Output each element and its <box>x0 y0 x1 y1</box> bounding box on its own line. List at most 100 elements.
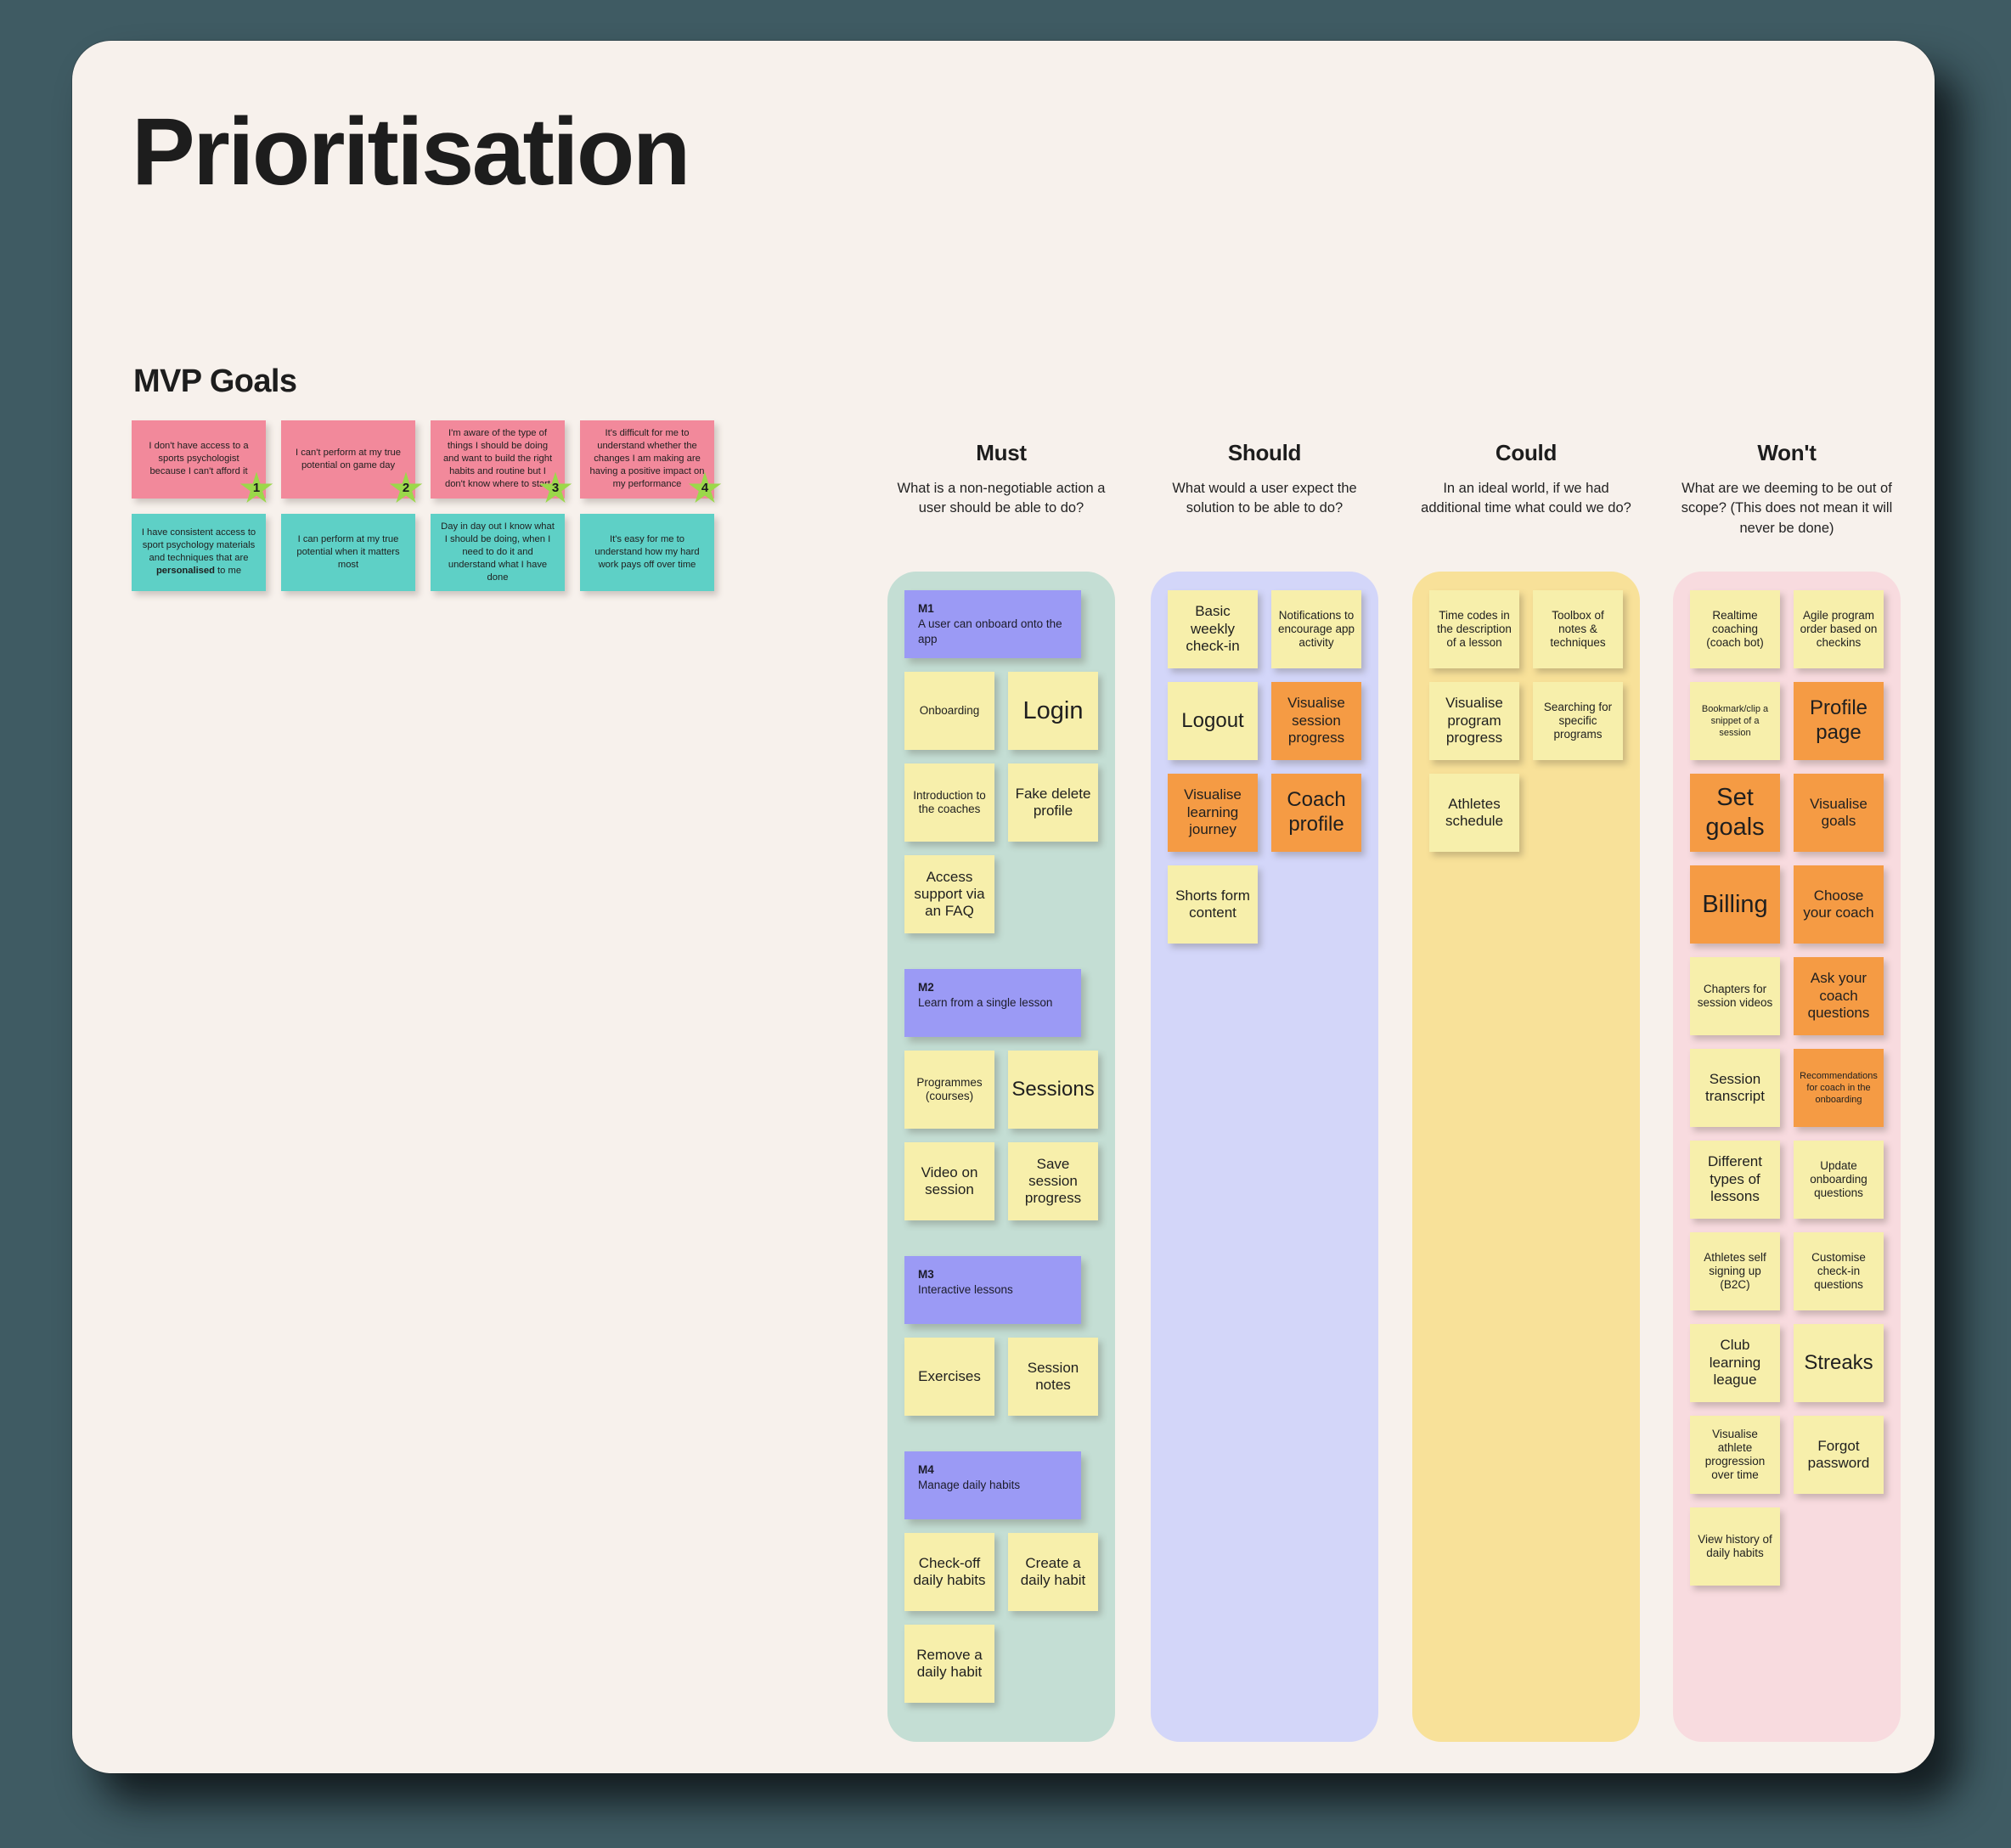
sticky-note[interactable]: Forgot password <box>1794 1416 1884 1494</box>
sticky-note[interactable]: Athletes schedule <box>1429 774 1519 852</box>
sticky-note[interactable]: Chapters for session videos <box>1690 957 1780 1035</box>
sticky-note[interactable]: Profile page <box>1794 682 1884 760</box>
sticky-note[interactable]: Athletes self signing up (B2C) <box>1690 1232 1780 1310</box>
sticky-note[interactable]: Realtime coaching (coach bot) <box>1690 590 1780 668</box>
mvp-gain-text: Day in day out I know what I should be d… <box>439 521 556 585</box>
sticky-row: Access support via an FAQ <box>904 855 1098 934</box>
sticky-row: Shorts form content <box>1168 865 1361 944</box>
sticky-note[interactable]: Programmes (courses) <box>904 1051 994 1130</box>
mvp-gain-card[interactable]: It's easy for me to understand how my ha… <box>580 513 714 592</box>
mvp-gain-card[interactable]: Day in day out I know what I should be d… <box>431 513 565 592</box>
moscow-column-should: Should What would a user expect the solut… <box>1151 440 1378 1742</box>
mvp-goals-grid: I don't have access to a sports psycholo… <box>132 420 722 606</box>
milestone-card-m4[interactable]: M4 Manage daily habits <box>904 1451 1081 1520</box>
sticky-note[interactable]: Create a daily habit <box>1008 1533 1098 1612</box>
sticky-row: Exercises Session notes <box>904 1338 1098 1417</box>
mvp-gain-card[interactable]: I have consistent access to sport psycho… <box>132 513 266 592</box>
mvp-pain-card[interactable]: I'm aware of the type of things I should… <box>431 420 572 503</box>
sticky-note[interactable]: Choose your coach <box>1794 865 1884 944</box>
sticky-row: Logout Visualise session progress <box>1168 682 1361 760</box>
sticky-row: Club learning league Streaks <box>1690 1324 1884 1402</box>
sticky-note[interactable]: Club learning league <box>1690 1324 1780 1402</box>
mvp-goals-heading: MVP Goals <box>133 363 297 399</box>
sticky-note[interactable]: Coach profile <box>1271 774 1361 852</box>
sticky-note[interactable]: Searching for specific programs <box>1533 682 1623 760</box>
column-panel-must: M1 A user can onboard onto the app Onboard… <box>887 572 1115 1742</box>
mvp-gain-text-emphasis: personalised <box>155 566 215 577</box>
milestone-id: M2 <box>918 981 934 994</box>
mvp-gain-row: I have consistent access to sport psycho… <box>132 513 718 592</box>
mvp-pain-card[interactable]: It's difficult for me to understand whet… <box>580 420 722 503</box>
sticky-note[interactable]: Access support via an FAQ <box>904 855 994 934</box>
sticky-row: Chapters for session videos Ask your coac… <box>1690 957 1884 1035</box>
milestone-id: M1 <box>918 602 934 615</box>
mvp-pain-card[interactable]: I can't perform at my true potential on … <box>281 420 423 503</box>
milestone-id: M4 <box>918 1463 934 1477</box>
sticky-note[interactable]: Streaks <box>1794 1324 1884 1402</box>
sticky-note[interactable]: Onboarding <box>904 672 994 751</box>
mvp-gain-text-pre: I have consistent access to sport psycho… <box>141 527 256 564</box>
sticky-note[interactable]: Visualise goals <box>1794 774 1884 852</box>
milestone-description: A user can onboard onto the app <box>918 617 1062 645</box>
milestone-card-m3[interactable]: M3 Interactive lessons <box>904 1256 1081 1325</box>
sticky-row: Video on session Save session progress <box>904 1142 1098 1221</box>
mvp-gain-text: I can perform at my true potential when … <box>290 533 407 572</box>
sticky-note[interactable]: Basic weekly check-in <box>1168 590 1258 668</box>
board-canvas: Prioritisation MVP Goals I don't have ac… <box>72 41 1935 1773</box>
sticky-note[interactable]: View history of daily habits <box>1690 1507 1780 1586</box>
mvp-gain-text-post: to me <box>214 566 242 577</box>
milestone-card-m2[interactable]: M2 Learn from a single lesson <box>904 969 1081 1038</box>
sticky-note[interactable]: Login <box>1008 672 1098 751</box>
sticky-note[interactable]: Toolbox of notes & techniques <box>1533 590 1623 668</box>
sticky-note[interactable]: Visualise athlete progression over time <box>1690 1416 1780 1494</box>
sticky-note[interactable]: Set goals <box>1690 774 1780 852</box>
column-panel-should: Basic weekly check-in Notifications to en… <box>1151 572 1378 1742</box>
sticky-row: Bookmark/clip a snippet of a session Prof… <box>1690 682 1884 760</box>
sticky-note[interactable]: Bookmark/clip a snippet of a session <box>1690 682 1780 760</box>
sticky-note[interactable]: Shorts form content <box>1168 865 1258 944</box>
sticky-note[interactable]: Exercises <box>904 1338 994 1417</box>
milestone-card-m1[interactable]: M1 A user can onboard onto the app <box>904 590 1081 659</box>
sticky-note[interactable]: Visualise session progress <box>1271 682 1361 760</box>
column-panel-could: Time codes in the description of a lesso… <box>1412 572 1640 1742</box>
mvp-pain-row: I don't have access to a sports psycholo… <box>132 420 722 503</box>
sticky-row: Time codes in the description of a lesso… <box>1429 590 1623 668</box>
sticky-note[interactable]: Agile program order based on checkins <box>1794 590 1884 668</box>
sticky-note[interactable]: Remove a daily habit <box>904 1625 994 1704</box>
sticky-row: Check-off daily habits Create a daily hab… <box>904 1533 1098 1612</box>
sticky-note[interactable]: Introduction to the coaches <box>904 763 994 842</box>
mvp-gain-text-pre: Day in day out I know what I should be d… <box>441 521 555 583</box>
sticky-note[interactable]: Visualise program progress <box>1429 682 1519 760</box>
mvp-gain-text: It's easy for me to understand how my ha… <box>589 533 706 572</box>
milestone-description: Learn from a single lesson <box>918 996 1053 1010</box>
sticky-note[interactable]: Billing <box>1690 865 1780 944</box>
sticky-row: Introduction to the coaches Fake delete p… <box>904 763 1098 842</box>
mvp-pain-text: I can't perform at my true potential on … <box>296 447 401 470</box>
sticky-note[interactable]: Different types of lessons <box>1690 1141 1780 1219</box>
sticky-note[interactable]: Sessions <box>1008 1051 1098 1130</box>
sticky-note[interactable]: Notifications to encourage app activity <box>1271 590 1361 668</box>
sticky-note[interactable]: Check-off daily habits <box>904 1533 994 1612</box>
sticky-note[interactable]: Session transcript <box>1690 1049 1780 1127</box>
sticky-note[interactable]: Recommendations for coach in the onboard… <box>1794 1049 1884 1127</box>
sticky-note[interactable]: Visualise learning journey <box>1168 774 1258 852</box>
sticky-note[interactable]: Logout <box>1168 682 1258 760</box>
column-subtitle-should: What would a user expect the solution to… <box>1172 481 1357 516</box>
mvp-gain-card[interactable]: I can perform at my true potential when … <box>281 513 415 592</box>
sticky-row: Visualise learning journey Coach profile <box>1168 774 1361 852</box>
moscow-column-wont: Won't What are we deeming to be out of sc… <box>1673 440 1901 1742</box>
sticky-row: Billing Choose your coach <box>1690 865 1884 944</box>
milestone-description: Interactive lessons <box>918 1283 1013 1297</box>
sticky-note[interactable]: Video on session <box>904 1142 994 1221</box>
sticky-note[interactable]: Fake delete profile <box>1008 763 1098 842</box>
sticky-note[interactable]: Save session progress <box>1008 1142 1098 1221</box>
column-subtitle-could: In an ideal world, if we had additional … <box>1421 481 1631 516</box>
mvp-pain-card[interactable]: I don't have access to a sports psycholo… <box>132 420 273 503</box>
sticky-note[interactable]: Session notes <box>1008 1338 1098 1417</box>
sticky-note[interactable]: Customise check-in questions <box>1794 1232 1884 1310</box>
sticky-row: Remove a daily habit <box>904 1625 1098 1704</box>
sticky-note[interactable]: Time codes in the description of a lesso… <box>1429 590 1519 668</box>
sticky-note[interactable]: Ask your coach questions <box>1794 957 1884 1035</box>
sticky-note[interactable]: Update onboarding questions <box>1794 1141 1884 1219</box>
